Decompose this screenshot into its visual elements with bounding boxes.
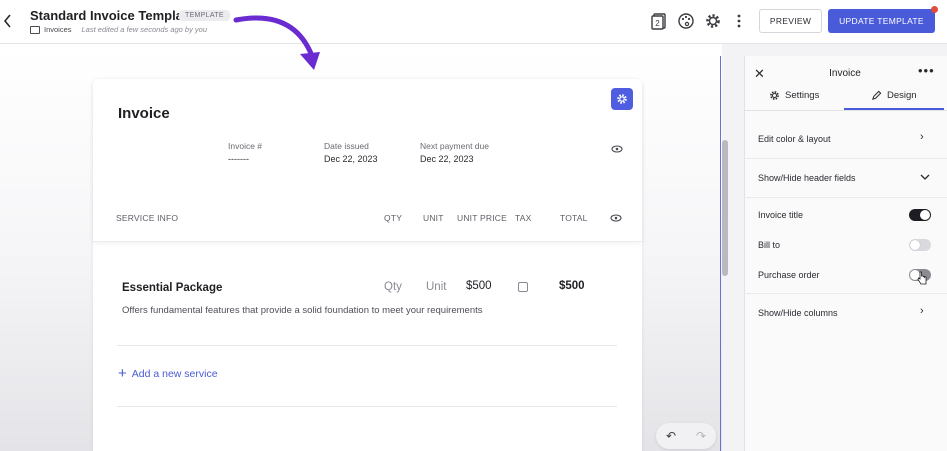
divider [117, 345, 617, 346]
header-settings-button[interactable] [611, 88, 633, 110]
invoice-title-toggle[interactable] [909, 209, 931, 221]
chevron-right-icon[interactable]: › [920, 305, 924, 317]
page-title: Standard Invoice Template [30, 8, 195, 23]
divider [117, 406, 617, 407]
column-tax: TAX [515, 213, 532, 223]
bill-to-toggle[interactable] [909, 239, 931, 251]
canvas-scrollbar[interactable] [722, 140, 728, 276]
header-fields-row[interactable]: Show/Hide header fields [758, 173, 856, 183]
history-controls: ↶ ↷ [656, 423, 716, 449]
divider [744, 158, 947, 159]
divider [744, 197, 947, 198]
breadcrumb: Invoices Last edited a few seconds ago b… [30, 25, 207, 34]
edit-color-layout-row[interactable]: Edit color & layout [758, 134, 831, 144]
next-payment-due-value[interactable]: Dec 22, 2023 [420, 154, 474, 164]
active-tab-indicator [844, 108, 944, 110]
gear-icon [617, 94, 627, 104]
toggle-label-invoice-title: Invoice title [758, 210, 804, 220]
invoice-number-label: Invoice # [228, 141, 263, 151]
top-bar: Standard Invoice Template TEMPLATE Invoi… [0, 0, 947, 44]
close-icon[interactable]: ✕ [754, 66, 765, 82]
service-item-tax-checkbox[interactable] [518, 282, 528, 292]
hand-cursor-icon [917, 271, 927, 285]
kebab-icon[interactable] [730, 12, 748, 30]
notification-dot [931, 6, 938, 13]
column-unit-price: UNIT PRICE [457, 213, 508, 223]
column-qty: QTY [384, 213, 403, 223]
svg-text:2: 2 [655, 19, 660, 28]
add-service-button[interactable]: + Add a new service [118, 365, 218, 382]
date-issued-value[interactable]: Dec 22, 2023 [324, 154, 378, 164]
breadcrumb-link[interactable]: Invoices [44, 25, 72, 34]
invoice-header: Invoice Invoice # ------- Date issued De… [93, 79, 642, 242]
toggle-label-purchase-order: Purchase order [758, 270, 820, 280]
tab-design-label: Design [887, 90, 917, 101]
tabs-divider [744, 110, 947, 111]
preview-button[interactable]: PREVIEW [759, 9, 822, 33]
invoice-number-value[interactable]: ------- [228, 154, 249, 164]
eye-icon[interactable] [611, 145, 623, 153]
pages-icon[interactable]: 2 [650, 12, 668, 30]
update-template-button[interactable]: UPDATE TEMPLATE [828, 9, 935, 33]
divider [744, 293, 947, 294]
template-badge: TEMPLATE [179, 10, 230, 21]
folder-icon [30, 25, 40, 34]
service-item-total: $500 [559, 280, 585, 292]
invoice-card: Invoice Invoice # ------- Date issued De… [93, 79, 642, 451]
service-item-qty[interactable]: Qty [384, 281, 402, 293]
columns-row[interactable]: Show/Hide columns [758, 308, 838, 318]
gear-icon [770, 91, 779, 100]
service-item-price[interactable]: $500 [466, 280, 492, 292]
service-item-unit[interactable]: Unit [426, 281, 446, 293]
properties-panel [744, 56, 947, 451]
plus-icon: + [118, 365, 127, 382]
invoice-title[interactable]: Invoice [118, 105, 170, 122]
panel-title: Invoice [829, 68, 861, 79]
column-total: TOTAL [560, 213, 588, 223]
redo-icon[interactable]: ↷ [696, 429, 706, 443]
tab-design[interactable]: Design [871, 90, 917, 101]
annotation-arrow-icon [233, 15, 320, 70]
add-service-label: Add a new service [131, 368, 218, 380]
layout-guide-line [720, 56, 721, 451]
pencil-icon [872, 90, 882, 100]
more-options-icon[interactable]: ••• [918, 63, 935, 78]
back-chevron-icon[interactable] [2, 12, 16, 32]
eye-icon[interactable] [610, 214, 622, 222]
date-issued-label: Date issued [324, 141, 369, 151]
gear-icon[interactable] [704, 12, 722, 30]
column-service-info: SERVICE INFO [116, 213, 179, 223]
tab-settings[interactable]: Settings [769, 90, 819, 101]
toggle-label-bill-to: Bill to [758, 240, 781, 250]
chevron-right-icon[interactable]: › [920, 131, 924, 143]
next-payment-due-label: Next payment due [420, 141, 489, 151]
palette-icon[interactable] [677, 12, 695, 30]
tab-settings-label: Settings [785, 90, 820, 101]
column-unit: UNIT [423, 213, 444, 223]
chevron-down-icon[interactable] [920, 174, 930, 181]
service-item-name[interactable]: Essential Package [122, 282, 222, 294]
last-edited-text: Last edited a few seconds ago by you [81, 25, 208, 34]
undo-icon[interactable]: ↶ [666, 429, 676, 443]
service-item-description[interactable]: Offers fundamental features that provide… [122, 305, 483, 316]
